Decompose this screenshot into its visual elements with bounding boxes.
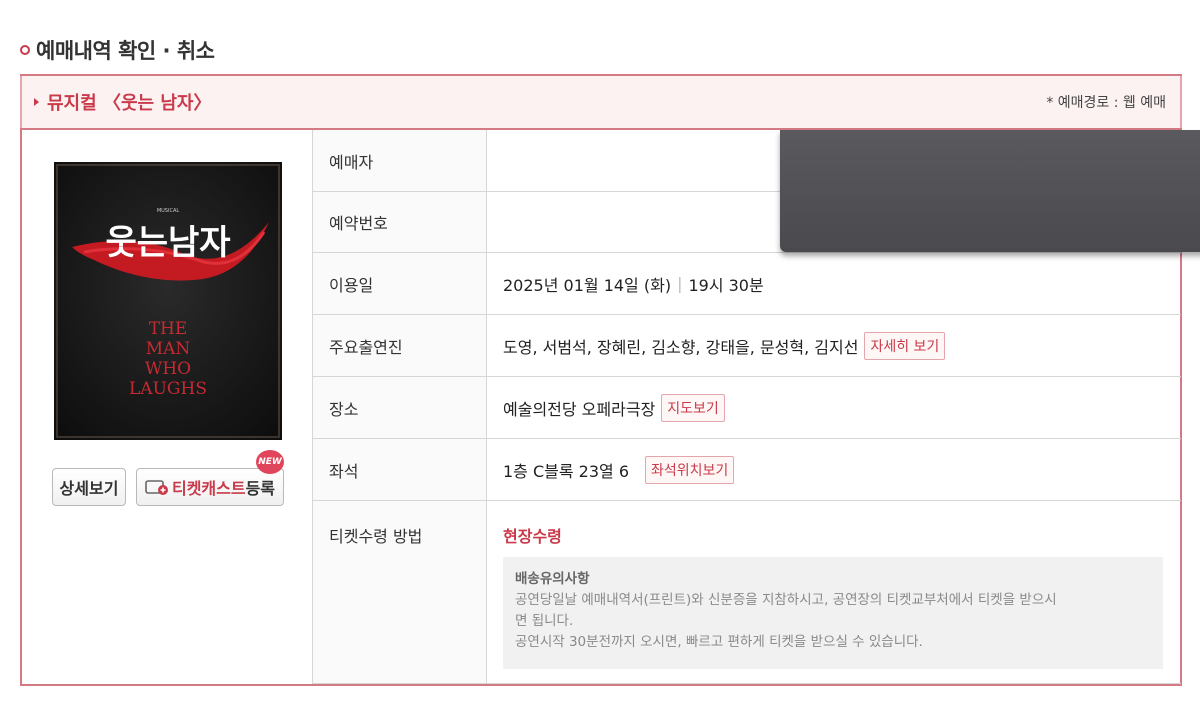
show-banner: 뮤지컬 〈웃는 남자〉 * 예매경로 : 웹 예매 bbox=[20, 76, 1182, 128]
reservation-details-table: 예매자 예약번호 이용일 2025년 01월 14일 (화) | 19시 30분… bbox=[312, 130, 1200, 684]
cast-label: 주요출연진 bbox=[313, 315, 487, 376]
bullet-ring-icon bbox=[20, 45, 30, 55]
separator: | bbox=[677, 274, 683, 293]
map-link[interactable]: 지도보기 bbox=[661, 393, 725, 422]
venue-value: 예술의전당 오페라극장 bbox=[503, 399, 656, 419]
delivery-notice: 배송유의사항 공연당일날 예매내역서(프린트)와 신분증을 지참하시고, 공연장… bbox=[503, 557, 1163, 669]
ticketcast-suffix: 등록 bbox=[245, 479, 276, 498]
date-label: 이용일 bbox=[313, 253, 487, 314]
seat-value: 1층 C블록 23열 6 bbox=[503, 461, 630, 481]
booker-label: 예매자 bbox=[313, 130, 487, 191]
poster-english-line-4: LAUGHS bbox=[129, 379, 207, 399]
notice-line-3: 공연시작 30분전까지 오시면, 빠르고 편하게 티켓을 받으실 수 있습니다. bbox=[515, 634, 923, 650]
reservation-number-label: 예약번호 bbox=[313, 192, 487, 252]
pickup-label: 티켓수령 방법 bbox=[313, 501, 487, 683]
poster-korean-title: 웃는남자 bbox=[105, 223, 230, 263]
detail-button[interactable]: 상세보기 bbox=[52, 468, 126, 506]
venue-label: 장소 bbox=[313, 377, 487, 438]
cast-value: 도영, 서범석, 장혜린, 김소향, 강태을, 문성혁, 김지선 bbox=[503, 337, 859, 357]
time-value: 19시 30분 bbox=[688, 275, 764, 295]
row-ticket-pickup: 티켓수령 방법 현장수령 배송유의사항 공연당일날 예매내역서(프린트)와 신분… bbox=[313, 501, 1181, 684]
reservation-box: MUSICAL 웃는남자 THE MAN WHO LAUGHS 상세보기 티켓캐… bbox=[20, 128, 1200, 686]
row-seat: 좌석 1층 C블록 23열 6 좌석위치보기 bbox=[313, 439, 1181, 501]
poster-english-line-1: THE bbox=[149, 319, 188, 339]
seat-label: 좌석 bbox=[313, 439, 487, 500]
notice-line-1: 공연당일날 예매내역서(프린트)와 신분증을 지참하시고, 공연장의 티켓교부처… bbox=[515, 592, 1057, 608]
page-title: 예매내역 확인 · 취소 bbox=[36, 39, 215, 63]
row-cast: 주요출연진 도영, 서범석, 장혜린, 김소향, 강태을, 문성혁, 김지선 자… bbox=[313, 315, 1181, 377]
ticket-add-icon bbox=[145, 480, 168, 495]
seat-location-link[interactable]: 좌석위치보기 bbox=[645, 455, 735, 484]
notice-line-2: 면 됩니다. bbox=[515, 613, 574, 629]
triangle-bullet-icon bbox=[34, 98, 39, 106]
new-badge: NEW bbox=[256, 450, 284, 474]
date-value: 2025년 01월 14일 (화) bbox=[503, 275, 672, 295]
poster-english-line-3: WHO bbox=[145, 359, 191, 379]
show-poster[interactable]: MUSICAL 웃는남자 THE MAN WHO LAUGHS bbox=[54, 162, 282, 440]
pickup-value: 현장수령 bbox=[503, 527, 562, 546]
notice-title: 배송유의사항 bbox=[515, 571, 590, 587]
cast-detail-link[interactable]: 자세히 보기 bbox=[864, 331, 946, 360]
ticketcast-prefix: 티켓캐스트 bbox=[171, 479, 246, 498]
row-venue: 장소 예술의전당 오페라극장 지도보기 bbox=[313, 377, 1181, 439]
show-title: 뮤지컬 〈웃는 남자〉 bbox=[47, 93, 212, 114]
ticketcast-register-button[interactable]: 티켓캐스트등록 bbox=[136, 468, 284, 506]
poster-english-line-2: MAN bbox=[146, 339, 191, 359]
row-date: 이용일 2025년 01월 14일 (화) | 19시 30분 bbox=[313, 253, 1181, 315]
booking-route: * 예매경로 : 웹 예매 bbox=[1046, 95, 1166, 111]
page-header: 예매내역 확인 · 취소 bbox=[20, 36, 215, 64]
redaction-block bbox=[780, 130, 1200, 252]
poster-caption: MUSICAL bbox=[157, 208, 180, 214]
